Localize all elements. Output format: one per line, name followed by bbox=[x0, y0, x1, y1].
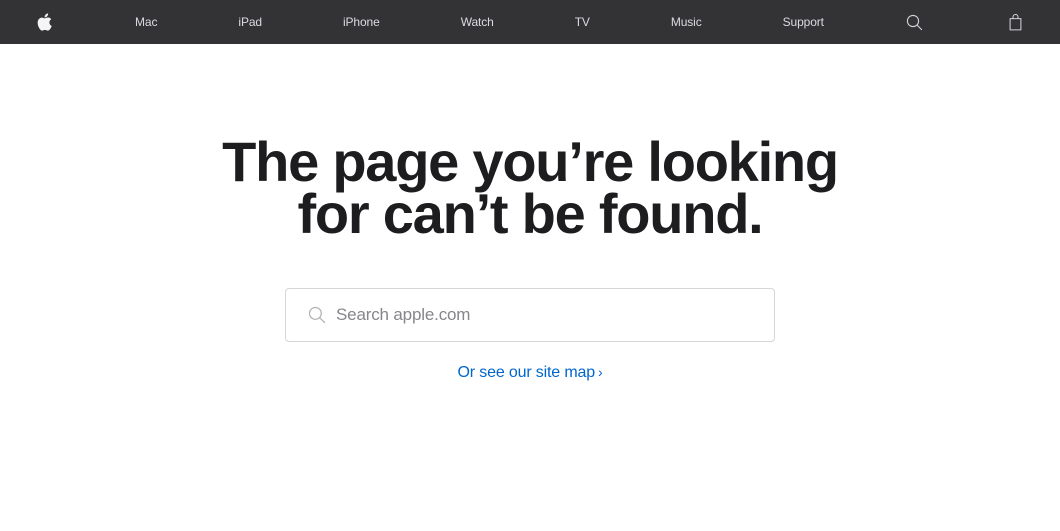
sitemap-link[interactable]: Or see our site map › bbox=[458, 363, 603, 382]
page-title-line-2: for can’t be found. bbox=[297, 182, 763, 245]
nav-link-watch[interactable]: Watch bbox=[461, 16, 494, 28]
chevron-right-icon: › bbox=[597, 364, 603, 380]
nav-item-search[interactable] bbox=[905, 0, 925, 44]
sidebar-item-music[interactable]: Music bbox=[671, 0, 702, 44]
nav-link-support[interactable]: Support bbox=[783, 16, 824, 28]
page-title: The page you’re looking for can’t be fou… bbox=[220, 130, 840, 245]
page-title-line-1: The page you’re looking bbox=[222, 130, 839, 193]
sidebar-item-tv[interactable]: TV bbox=[575, 0, 590, 44]
search-input[interactable] bbox=[286, 289, 774, 341]
nav-link-ipad[interactable]: iPad bbox=[238, 16, 262, 28]
nav-item-shopping-bag[interactable] bbox=[1006, 0, 1026, 44]
search-section bbox=[285, 240, 775, 342]
sidebar-item-iphone[interactable]: iPhone bbox=[343, 0, 380, 44]
search-icon[interactable] bbox=[905, 0, 925, 44]
global-navigation-bar: Mac iPad iPhone Watch TV Music Support bbox=[0, 0, 1060, 44]
sitemap-section: Or see our site map › bbox=[0, 342, 1060, 382]
sidebar-item-watch[interactable]: Watch bbox=[461, 0, 494, 44]
shopping-bag-icon[interactable] bbox=[1006, 0, 1026, 44]
nav-item-apple-logo[interactable] bbox=[34, 0, 54, 44]
search-box[interactable] bbox=[285, 288, 775, 342]
main-content: The page you’re looking for can’t be fou… bbox=[0, 44, 1060, 382]
nav-link-tv[interactable]: TV bbox=[575, 16, 590, 28]
apple-logo-icon[interactable] bbox=[34, 0, 54, 44]
global-nav-list: Mac iPad iPhone Watch TV Music Support bbox=[0, 0, 1060, 44]
sitemap-link-label: Or see our site map bbox=[457, 364, 596, 381]
sidebar-item-ipad[interactable]: iPad bbox=[238, 0, 262, 44]
sidebar-item-support[interactable]: Support bbox=[783, 0, 824, 44]
nav-link-mac[interactable]: Mac bbox=[135, 16, 157, 28]
nav-link-music[interactable]: Music bbox=[671, 16, 702, 28]
nav-link-iphone[interactable]: iPhone bbox=[343, 16, 380, 28]
sidebar-item-mac[interactable]: Mac bbox=[135, 0, 157, 44]
